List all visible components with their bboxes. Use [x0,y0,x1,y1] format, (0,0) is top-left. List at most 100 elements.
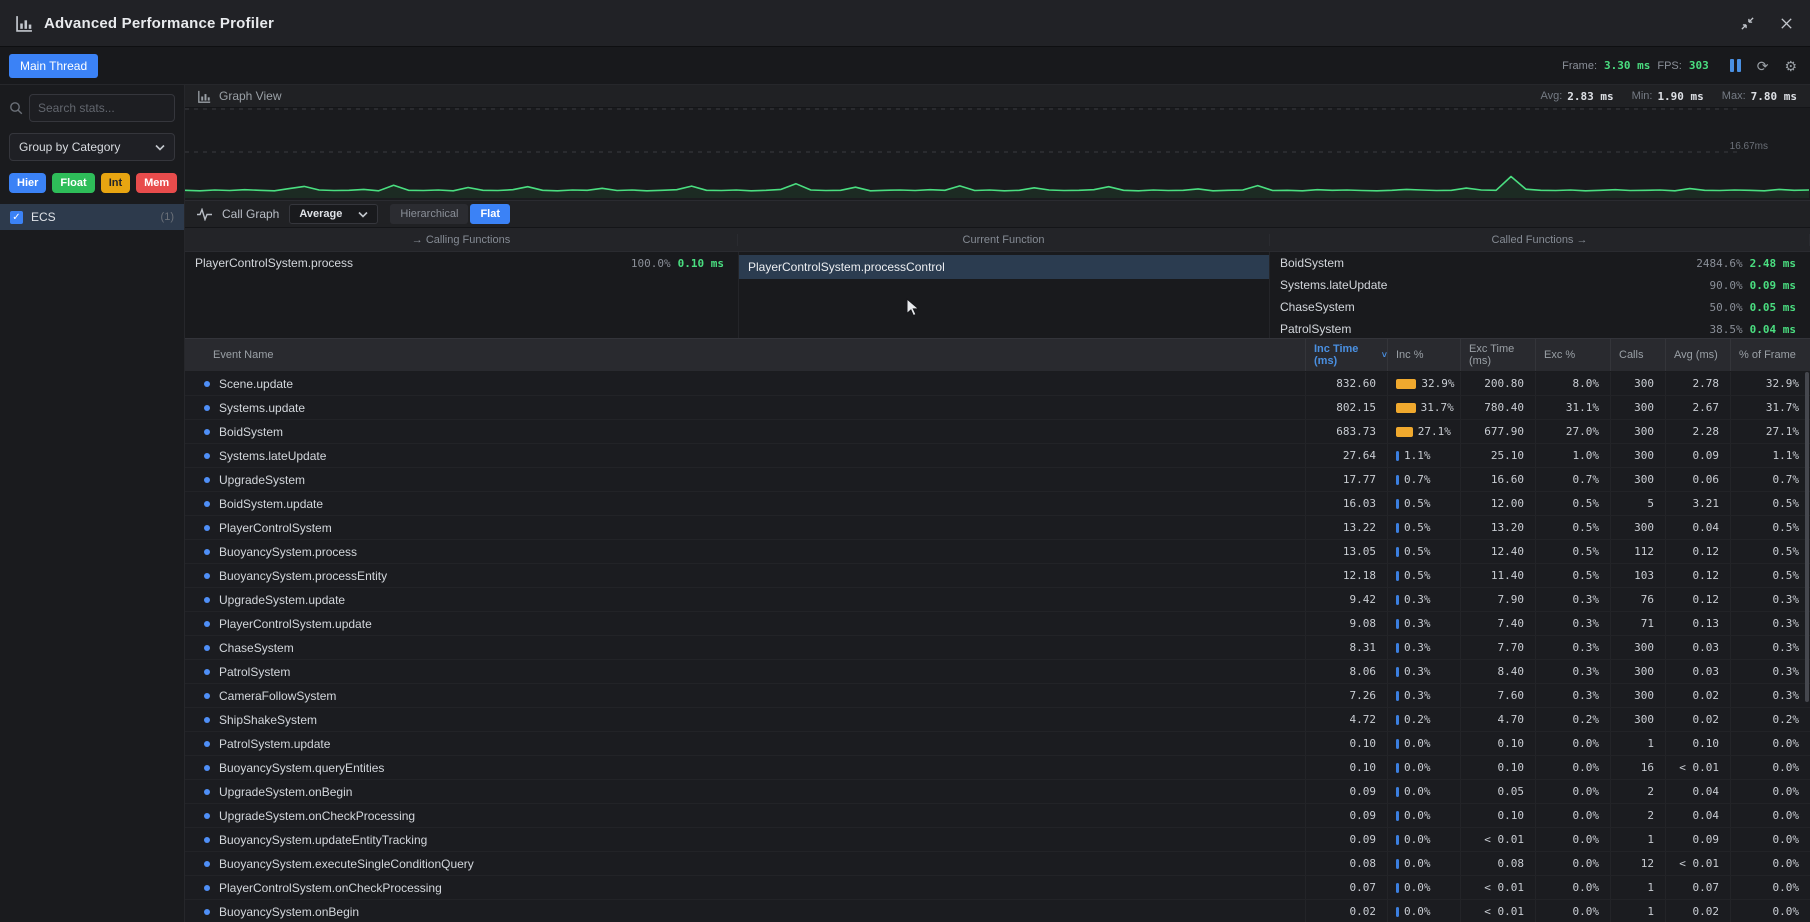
filter-chip-int[interactable]: Int [101,173,130,193]
avg-cell: 0.04 [1665,516,1730,539]
close-icon[interactable] [1779,16,1794,31]
exc-percent-cell: 0.0% [1535,732,1610,755]
inc-percent-bar [1396,715,1399,725]
table-row[interactable]: UpgradeSystem.update9.420.3%7.900.3%760.… [185,588,1810,612]
table-row[interactable]: PatrolSystem8.060.3%8.400.3%3000.030.3% [185,660,1810,684]
inc-percent-value: 1.1% [1404,449,1431,462]
inc-time-cell: 17.77 [1305,468,1387,491]
table-row[interactable]: ChaseSystem8.310.3%7.700.3%3000.030.3% [185,636,1810,660]
table-row[interactable]: BoidSystem683.7327.1%677.9027.0%3002.282… [185,420,1810,444]
called-function-row[interactable]: ChaseSystem50.0%0.05 ms [1270,296,1810,318]
exc-time-cell: 4.70 [1460,708,1535,731]
filter-chip-float[interactable]: Float [52,173,94,193]
column-header-exc-[interactable]: Exc % [1535,339,1610,371]
calls-cell: 76 [1610,588,1665,611]
called-function-row[interactable]: BoidSystem2484.6%2.48 ms [1270,252,1810,274]
frame-value: 3.30 ms [1604,59,1650,72]
frame-time-graph[interactable]: 16.67ms [185,108,1810,200]
gear-icon[interactable]: ⚙ [1784,59,1797,73]
function-percent: 90.0% [1710,279,1743,292]
event-dot-icon [204,597,210,603]
called-function-row[interactable]: PatrolSystem38.5%0.04 ms [1270,318,1810,338]
column-header-inc-[interactable]: Inc % [1387,339,1460,371]
table-row[interactable]: BoidSystem.update16.030.5%12.000.5%53.21… [185,492,1810,516]
frame-percent-cell: 0.0% [1730,828,1810,851]
view-button-hierarchical[interactable]: Hierarchical [390,204,468,224]
exc-percent-cell: 0.0% [1535,900,1610,922]
inc-time-cell: 7.26 [1305,684,1387,707]
avg-cell: 0.02 [1665,900,1730,922]
current-function[interactable]: PlayerControlSystem.processControl [739,255,1269,279]
column-header-event-name[interactable]: Event Name [185,339,1305,371]
exc-percent-cell: 0.0% [1535,828,1610,851]
search-input[interactable] [29,94,175,122]
inc-percent-value: 0.0% [1404,905,1431,918]
table-row[interactable]: BuoyancySystem.executeSingleConditionQue… [185,852,1810,876]
event-name: BuoyancySystem.process [219,545,357,559]
exc-time-cell: < 0.01 [1460,876,1535,899]
table-row[interactable]: UpgradeSystem.onBegin0.090.0%0.050.0%20.… [185,780,1810,804]
table-row[interactable]: PlayerControlSystem.onCheckProcessing0.0… [185,876,1810,900]
table-row[interactable]: PlayerControlSystem13.220.5%13.200.5%300… [185,516,1810,540]
calls-cell: 300 [1610,684,1665,707]
table-row[interactable]: CameraFollowSystem7.260.3%7.600.3%3000.0… [185,684,1810,708]
inc-percent-cell: 0.0% [1387,756,1460,779]
table-row[interactable]: Systems.lateUpdate27.641.1%25.101.0%3000… [185,444,1810,468]
restore-down-icon[interactable] [1740,16,1755,31]
exc-time-cell: 7.70 [1460,636,1535,659]
chevron-down-icon [155,144,165,151]
table-row[interactable]: BuoyancySystem.onBegin0.020.0%< 0.010.0%… [185,900,1810,922]
main-thread-tab[interactable]: Main Thread [9,54,98,78]
table-row[interactable]: UpgradeSystem17.770.7%16.600.7%3000.060.… [185,468,1810,492]
event-name: CameraFollowSystem [219,689,336,703]
scrollbar-thumb[interactable] [1805,372,1809,702]
column-header--of-frame[interactable]: % of Frame [1730,339,1810,371]
column-header-avg-ms-[interactable]: Avg (ms) [1665,339,1730,371]
category-row-ecs[interactable]: ✓ECS(1) [0,204,184,230]
function-percent: 2484.6% [1696,257,1742,270]
column-header-inc-time-ms-[interactable]: Inc Time (ms)˅ [1305,339,1387,371]
aggregation-dropdown[interactable]: Average [289,204,378,224]
avg-cell: 0.07 [1665,876,1730,899]
inc-percent-cell: 0.5% [1387,516,1460,539]
chevron-down-icon [358,211,368,218]
table-row[interactable]: PlayerControlSystem.update9.080.3%7.400.… [185,612,1810,636]
event-name-cell: CameraFollowSystem [185,684,1305,707]
avg-cell: 0.04 [1665,780,1730,803]
table-row[interactable]: ShipShakeSystem4.720.2%4.700.2%3000.020.… [185,708,1810,732]
table-row[interactable]: BuoyancySystem.processEntity12.180.5%11.… [185,564,1810,588]
column-header-calls[interactable]: Calls [1610,339,1665,371]
view-button-flat[interactable]: Flat [470,204,510,224]
table-row[interactable]: BuoyancySystem.queryEntities0.100.0%0.10… [185,756,1810,780]
inc-percent-cell: 0.3% [1387,612,1460,635]
event-name: ChaseSystem [219,641,294,655]
event-dot-icon [204,525,210,531]
checkbox-checked-icon[interactable]: ✓ [10,211,23,224]
column-header-exc-time-ms-[interactable]: Exc Time (ms) [1460,339,1535,371]
pause-icon[interactable] [1730,59,1741,72]
table-row[interactable]: UpgradeSystem.onCheckProcessing0.090.0%0… [185,804,1810,828]
inc-percent-cell: 0.0% [1387,828,1460,851]
called-function-row[interactable]: Systems.lateUpdate90.0%0.09 ms [1270,274,1810,296]
frame-percent-cell: 0.5% [1730,564,1810,587]
table-row[interactable]: PatrolSystem.update0.100.0%0.100.0%10.10… [185,732,1810,756]
exc-time-cell: 12.40 [1460,540,1535,563]
call-graph-toolbar: Call Graph Average HierarchicalFlat [185,200,1810,228]
inc-percent-value: 0.3% [1404,641,1431,654]
calling-function-row[interactable]: PlayerControlSystem.process100.0%0.10 ms [185,252,738,274]
frame-percent-cell: 0.0% [1730,900,1810,922]
filter-chip-hier[interactable]: Hier [9,173,46,193]
group-by-value: Group by Category [19,140,120,154]
table-row[interactable]: BuoyancySystem.updateEntityTracking0.090… [185,828,1810,852]
filter-chip-mem[interactable]: Mem [136,173,177,193]
calls-cell: 5 [1610,492,1665,515]
table-row[interactable]: Scene.update832.6032.9%200.808.0%3002.78… [185,372,1810,396]
graph-stat-value: 2.83 ms [1567,90,1613,103]
table-row[interactable]: BuoyancySystem.process13.050.5%12.400.5%… [185,540,1810,564]
exc-percent-cell: 0.5% [1535,516,1610,539]
event-name: BuoyancySystem.executeSingleConditionQue… [219,857,474,871]
inc-percent-value: 0.3% [1404,617,1431,630]
group-by-dropdown[interactable]: Group by Category [9,133,175,161]
refresh-icon[interactable]: ⟳ [1757,59,1769,73]
table-row[interactable]: Systems.update802.1531.7%780.4031.1%3002… [185,396,1810,420]
